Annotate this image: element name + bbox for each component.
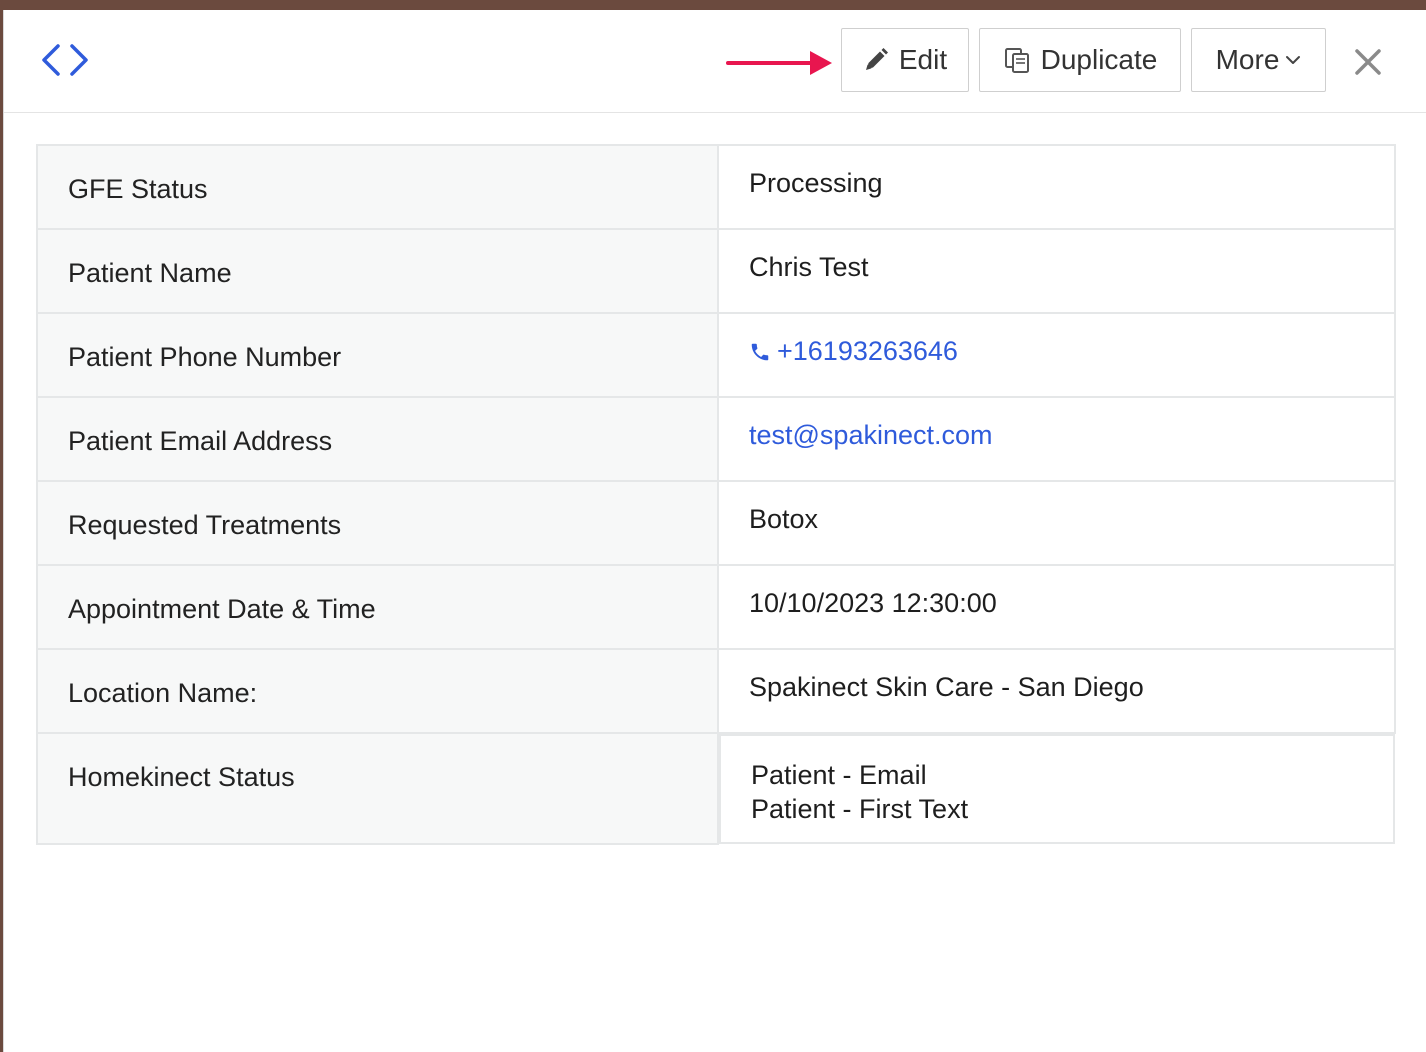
phone-link[interactable]: +16193263646 bbox=[749, 336, 958, 367]
homekinect-status-cell: Patient - Email Patient - First Text bbox=[719, 734, 1395, 844]
record-details-table: GFE Status Processing Patient Name Chris… bbox=[36, 144, 1396, 845]
next-record-button[interactable] bbox=[68, 42, 90, 78]
chevron-down-icon bbox=[1286, 56, 1301, 64]
field-label: Homekinect Status bbox=[36, 732, 719, 845]
homekinect-status-item: Patient - Email bbox=[751, 760, 927, 790]
phone-icon bbox=[751, 343, 769, 360]
table-row: Location Name: Spakinect Skin Care - San… bbox=[36, 648, 1396, 734]
table-row: Patient Name Chris Test bbox=[36, 228, 1396, 314]
close-icon bbox=[1355, 49, 1381, 75]
previous-record-button[interactable] bbox=[40, 42, 62, 78]
field-label: GFE Status bbox=[36, 144, 719, 230]
record-navigation bbox=[40, 42, 92, 78]
duplicate-button-label: Duplicate bbox=[1040, 44, 1158, 75]
patient-email-cell: test@spakinect.com bbox=[717, 396, 1396, 482]
chevron-left-icon bbox=[42, 44, 60, 76]
email-link[interactable]: test@spakinect.com bbox=[749, 420, 993, 451]
chevron-right-icon bbox=[70, 44, 88, 76]
homekinect-status-item: Patient - First Text bbox=[751, 794, 969, 824]
table-row: Patient Phone Number +16193263646 bbox=[36, 312, 1396, 398]
more-menu-button[interactable]: More bbox=[1191, 28, 1326, 92]
field-label: Patient Email Address bbox=[36, 396, 719, 482]
copy-icon bbox=[1004, 48, 1029, 73]
phone-number-text: +16193263646 bbox=[777, 336, 958, 366]
pencil-icon bbox=[865, 48, 888, 70]
patient-phone-cell: +16193263646 bbox=[717, 312, 1396, 398]
location-name-value: Spakinect Skin Care - San Diego bbox=[717, 648, 1396, 734]
field-label: Requested Treatments bbox=[36, 480, 719, 566]
field-label: Patient Phone Number bbox=[36, 312, 719, 398]
duplicate-button[interactable]: Duplicate bbox=[979, 28, 1181, 92]
field-label: Patient Name bbox=[36, 228, 719, 314]
action-toolbar: Edit Duplicate More bbox=[841, 28, 1326, 92]
field-label: Location Name: bbox=[36, 648, 719, 734]
annotation-arrow-icon bbox=[726, 51, 832, 75]
panel-header: Edit Duplicate More bbox=[4, 10, 1426, 113]
appointment-datetime-value: 10/10/2023 12:30:00 bbox=[717, 564, 1396, 650]
edit-button[interactable]: Edit bbox=[841, 28, 969, 92]
table-row: Requested Treatments Botox bbox=[36, 480, 1396, 566]
table-row: Patient Email Address test@spakinect.com bbox=[36, 396, 1396, 482]
edit-button-label: Edit bbox=[898, 44, 948, 75]
table-row: GFE Status Processing bbox=[36, 144, 1396, 230]
table-row: Homekinect Status Patient - Email Patien… bbox=[36, 732, 1395, 845]
more-button-label: More bbox=[1215, 44, 1280, 75]
table-row: Appointment Date & Time 10/10/2023 12:30… bbox=[36, 564, 1396, 650]
patient-name-value: Chris Test bbox=[717, 228, 1396, 314]
requested-treatments-value: Botox bbox=[717, 480, 1396, 566]
gfe-status-value: Processing bbox=[717, 144, 1396, 230]
close-button[interactable] bbox=[1350, 44, 1386, 80]
field-label: Appointment Date & Time bbox=[36, 564, 719, 650]
record-detail-panel: Edit Duplicate More GFE Status Processin… bbox=[3, 10, 1426, 1052]
